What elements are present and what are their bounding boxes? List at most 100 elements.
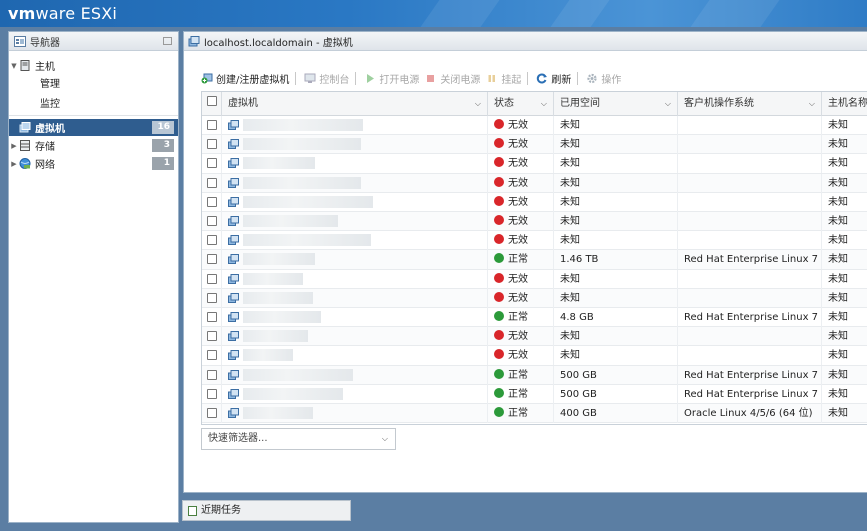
nav-item-storage[interactable]: ▶ 存储 3 <box>9 137 178 154</box>
console-button[interactable]: 控制台 <box>304 71 349 86</box>
row-select-cell <box>202 365 222 385</box>
actions-button[interactable]: 操作 <box>586 71 621 86</box>
quick-filter-dropdown[interactable]: 快速筛选器... ⌵ <box>201 428 396 450</box>
vm-name-cell[interactable] <box>222 231 488 251</box>
status-error-icon <box>494 157 504 168</box>
row-checkbox[interactable] <box>207 273 217 284</box>
refresh-button[interactable]: 刷新 <box>536 71 571 86</box>
vm-icon <box>228 120 239 130</box>
recent-tasks-tab[interactable]: 近期任务 <box>182 500 351 521</box>
column-header-used[interactable]: 已用空间 ⌵ <box>554 92 678 116</box>
table-row[interactable]: 正常 400 GB Oracle Linux 4/5/6 (64 位) 未知 <box>202 404 867 424</box>
vm-name-cell[interactable] <box>222 365 488 385</box>
vm-name-cell[interactable] <box>222 288 488 308</box>
redacted-vm-name <box>243 253 315 266</box>
vm-name-cell[interactable] <box>222 173 488 193</box>
row-checkbox[interactable] <box>207 388 217 399</box>
navigator-icon <box>14 35 26 47</box>
row-checkbox[interactable] <box>207 254 217 265</box>
vm-name-cell[interactable] <box>222 192 488 212</box>
row-checkbox[interactable] <box>207 196 217 207</box>
row-checkbox[interactable] <box>207 177 217 188</box>
chevron-down-icon[interactable]: ⌵ <box>809 92 815 116</box>
expand-arrow-icon[interactable]: ▶ <box>9 160 19 168</box>
vm-name-cell[interactable] <box>222 308 488 327</box>
vm-name-cell[interactable] <box>222 384 488 404</box>
vm-name-cell[interactable] <box>222 404 488 423</box>
table-row[interactable]: 正常1.46 TBRed Hat Enterprise Linux 7 (6..… <box>202 250 867 270</box>
table-row[interactable]: 无效 未知 未知 <box>202 346 867 366</box>
suspend-button[interactable]: 挂起 <box>486 71 521 86</box>
power-off-button[interactable]: 关闭电源 <box>425 71 480 86</box>
vm-name-cell[interactable] <box>222 327 488 347</box>
row-checkbox[interactable] <box>207 158 217 169</box>
column-header-hostname[interactable]: 主机名称 <box>822 92 867 116</box>
row-checkbox[interactable] <box>207 369 217 380</box>
row-checkbox[interactable] <box>207 331 217 342</box>
expand-arrow-icon[interactable]: ▼ <box>9 62 19 70</box>
row-checkbox[interactable] <box>207 312 217 322</box>
table-row[interactable]: 无效 未知 未知 <box>202 231 867 251</box>
table-row[interactable]: 正常4.8 GBRed Hat Enterprise Linux 7 (6...… <box>202 308 867 328</box>
row-checkbox[interactable] <box>207 235 217 246</box>
expand-arrow-icon[interactable]: ▶ <box>9 142 19 150</box>
column-header-guest-os[interactable]: 客户机操作系统 ⌵ <box>678 92 822 116</box>
row-checkbox[interactable] <box>207 408 217 418</box>
table-row[interactable]: 正常500 GBRed Hat Enterprise Linux 7 (6...… <box>202 384 867 404</box>
row-checkbox[interactable] <box>207 292 217 303</box>
table-row[interactable]: 正常500 GBRed Hat Enterprise Linux 7 (6...… <box>202 365 867 385</box>
nav-item-network[interactable]: ▶ 网络 1 <box>9 155 178 172</box>
chevron-down-icon[interactable]: ⌵ <box>475 92 481 116</box>
select-all-checkbox[interactable] <box>207 96 217 106</box>
vm-name-cell[interactable] <box>222 212 488 231</box>
table-row[interactable]: 无效 未知 未知 <box>202 135 867 155</box>
nav-item-monitor[interactable]: 监控 <box>9 94 178 111</box>
row-checkbox[interactable] <box>207 120 217 130</box>
row-checkbox[interactable] <box>207 139 217 150</box>
chevron-down-icon[interactable]: ⌵ <box>382 429 388 449</box>
column-header-status[interactable]: 状态 ⌵ <box>488 92 554 116</box>
vm-name-cell[interactable] <box>222 269 488 289</box>
guest-os-cell <box>678 269 822 289</box>
chevron-down-icon[interactable]: ⌵ <box>665 92 671 116</box>
row-checkbox[interactable] <box>207 350 217 361</box>
table-row[interactable]: 无效 未知 未知 <box>202 173 867 193</box>
vm-name-cell[interactable] <box>222 116 488 135</box>
host-icon <box>20 60 30 71</box>
table-row[interactable]: 无效 未知 未知 <box>202 192 867 212</box>
status-cell: 无效 <box>488 116 554 135</box>
nav-item-host[interactable]: ▼ 主机 <box>9 57 178 74</box>
hostname-cell: 未知 <box>822 250 867 269</box>
power-on-button[interactable]: 打开电源 <box>364 71 419 86</box>
row-select-cell <box>202 308 222 327</box>
used-space-cell: 未知 <box>554 288 678 308</box>
table-row[interactable]: 无效 未知 未知 <box>202 288 867 308</box>
toolbar-separator <box>527 71 529 85</box>
used-space-cell: 未知 <box>554 192 678 212</box>
nav-item-vms[interactable]: 虚拟机 16 <box>9 119 178 136</box>
nav-item-manage[interactable]: 管理 <box>9 74 178 91</box>
guest-os-cell: Oracle Linux 4/5/6 (64 位) <box>678 404 822 423</box>
used-space-cell: 未知 <box>554 135 678 155</box>
vm-name-cell[interactable] <box>222 135 488 155</box>
column-header-vm[interactable]: 虚拟机 ⌵ <box>222 92 488 116</box>
table-row[interactable]: 无效 未知 未知 <box>202 212 867 232</box>
table-row[interactable]: 无效 未知 未知 <box>202 269 867 289</box>
vm-name-cell[interactable] <box>222 346 488 366</box>
hostname-cell: 未知 <box>822 385 867 404</box>
row-select-cell <box>202 212 222 231</box>
chevron-down-icon[interactable]: ⌵ <box>541 92 547 116</box>
vm-name-cell[interactable] <box>222 250 488 270</box>
table-row[interactable]: 无效 未知 未知 <box>202 154 867 174</box>
vm-name-cell[interactable] <box>222 154 488 174</box>
vmware-esxi-logo[interactable]: vmware ESXi <box>8 4 117 23</box>
nav-divider <box>9 115 178 116</box>
table-row[interactable]: 无效 未知 未知 <box>202 116 867 136</box>
table-row[interactable]: 无效 未知 未知 <box>202 327 867 347</box>
status-error-icon <box>494 234 504 245</box>
row-checkbox[interactable] <box>207 216 217 226</box>
collapse-navigator-button[interactable] <box>163 37 172 45</box>
guest-os-cell <box>678 154 822 174</box>
redacted-vm-name <box>243 119 363 131</box>
create-vm-button[interactable]: 创建/注册虚拟机 <box>201 71 289 86</box>
